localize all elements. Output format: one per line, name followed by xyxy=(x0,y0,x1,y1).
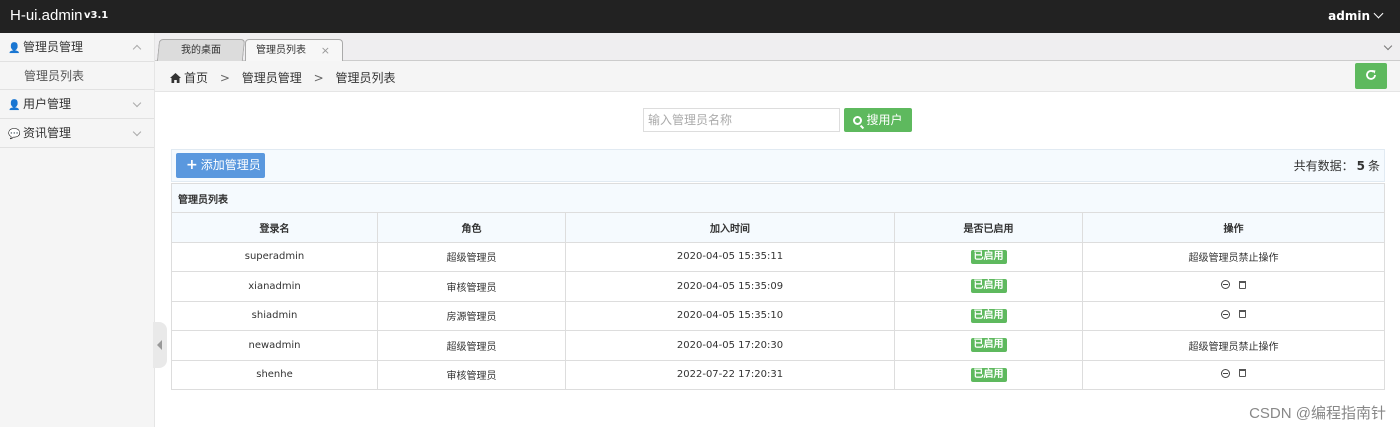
tab-desktop[interactable]: 我的桌面 xyxy=(156,39,246,61)
cell-status: 已启用 xyxy=(894,330,1083,361)
chat-icon: 💬 xyxy=(8,129,21,140)
column-header: 登录名 xyxy=(171,212,378,243)
cell-joined: 2022-07-22 17:20:31 xyxy=(565,359,895,390)
table-row: superadmin 超级管理员 2020-04-05 15:35:11 已启用 超级管… xyxy=(171,241,1385,272)
trash-icon[interactable] xyxy=(1239,310,1246,319)
op-cell xyxy=(1082,271,1385,302)
chevron-down-icon xyxy=(132,127,142,137)
status-badge: 已启用 xyxy=(970,338,1007,353)
status-badge: 已启用 xyxy=(970,367,1007,382)
cell-status: 已启用 xyxy=(894,359,1083,390)
user-name: admin xyxy=(1328,9,1370,23)
status-badge: 已启用 xyxy=(970,279,1007,294)
op-cell: 超级管理员禁止操作 xyxy=(1082,241,1385,272)
cell-joined: 2020-04-05 15:35:10 xyxy=(565,300,895,331)
op-cell: 超级管理员禁止操作 xyxy=(1082,330,1385,361)
search-input[interactable] xyxy=(643,108,840,132)
sidebar: 👤 管理员管理 管理员列表 👤 用户管理 💬 资讯管理 xyxy=(0,33,155,427)
table-caption: 管理员列表 xyxy=(171,183,1385,213)
brand-logo[interactable]: H-ui.admin xyxy=(10,7,83,24)
tab-bar: 我的桌面 管理员列表 × xyxy=(155,33,1400,62)
search-button[interactable]: 搜用户 xyxy=(844,108,912,132)
sidebar-collapse-handle[interactable] xyxy=(153,322,167,368)
tab-admin-list[interactable]: 管理员列表 × xyxy=(245,39,343,62)
disable-icon[interactable] xyxy=(1221,280,1230,290)
chevron-down-icon xyxy=(1373,8,1384,19)
disable-icon[interactable] xyxy=(1221,368,1230,378)
sidebar-group-admin[interactable]: 👤 管理员管理 xyxy=(0,33,154,62)
column-header: 是否已启用 xyxy=(894,212,1083,243)
plus-icon: + xyxy=(186,157,198,173)
watermark: CSDN @编程指南针 xyxy=(1249,405,1386,422)
cell-role: 审核管理员 xyxy=(377,271,566,302)
column-header: 操作 xyxy=(1082,212,1385,243)
cell-role: 超级管理员 xyxy=(377,330,566,361)
cell-status: 已启用 xyxy=(894,300,1083,331)
chevron-left-icon xyxy=(157,340,162,350)
column-header: 角色 xyxy=(377,212,566,243)
add-admin-button[interactable]: + 添加管理员 xyxy=(176,153,265,178)
cell-login: shiadmin xyxy=(171,300,378,331)
version-label: v3.1 xyxy=(84,10,109,21)
search-icon xyxy=(853,116,863,125)
sidebar-group-news[interactable]: 💬 资讯管理 xyxy=(0,119,154,148)
table-row: shiadmin 房源管理员 2020-04-05 15:35:10 已启用 xyxy=(171,300,1385,331)
user-icon: 👤 xyxy=(8,100,21,111)
table-toolbar: + 添加管理员 共有数据： 5 条 xyxy=(171,149,1385,182)
sidebar-group-users[interactable]: 👤 用户管理 xyxy=(0,90,154,119)
trash-icon[interactable] xyxy=(1239,369,1246,378)
table-row: xianadmin 审核管理员 2020-04-05 15:35:09 已启用 xyxy=(171,271,1385,302)
cell-login: xianadmin xyxy=(171,271,378,302)
status-badge: 已启用 xyxy=(970,308,1007,323)
admin-table: 管理员列表 登录名 角色 加入时间 是否已启用 操作 superadmin 超级管… xyxy=(171,183,1385,390)
op-cell xyxy=(1082,300,1385,331)
cell-status: 已启用 xyxy=(894,241,1083,272)
cell-role: 超级管理员 xyxy=(377,241,566,272)
user-menu[interactable]: admin xyxy=(1328,8,1384,23)
cell-status: 已启用 xyxy=(894,271,1083,302)
tabs-dropdown-icon[interactable] xyxy=(1383,41,1393,51)
home-icon xyxy=(170,73,181,83)
close-icon[interactable]: × xyxy=(321,40,330,61)
refresh-button[interactable] xyxy=(1355,63,1387,89)
sidebar-group-label: 用户管理 xyxy=(23,97,72,111)
total-count: 共有数据： 5 条 xyxy=(1293,159,1380,173)
refresh-icon xyxy=(1366,70,1376,80)
op-text: 超级管理员禁止操作 xyxy=(1188,253,1279,265)
chevron-down-icon xyxy=(132,98,142,108)
top-navbar: H-ui.admin v3.1 admin xyxy=(0,0,1400,33)
cell-login: shenhe xyxy=(171,359,378,390)
breadcrumb-level2: 管理员列表 xyxy=(335,71,396,85)
op-text: 超级管理员禁止操作 xyxy=(1188,341,1279,353)
cell-login: superadmin xyxy=(171,241,378,272)
table-row: shenhe 审核管理员 2022-07-22 17:20:31 已启用 xyxy=(171,359,1385,390)
table-row: newadmin 超级管理员 2020-04-05 17:20:30 已启用 超级管理员… xyxy=(171,330,1385,361)
breadcrumb: 首页 > 管理员管理 > 管理员列表 xyxy=(170,69,395,86)
cell-joined: 2020-04-05 15:35:11 xyxy=(565,241,895,272)
cell-joined: 2020-04-05 17:20:30 xyxy=(565,330,895,361)
sidebar-item-admin-list[interactable]: 管理员列表 xyxy=(0,62,154,90)
breadcrumb-level1: 管理员管理 xyxy=(241,71,302,85)
breadcrumb-bar: 首页 > 管理员管理 > 管理员列表 xyxy=(155,61,1400,92)
status-badge: 已启用 xyxy=(970,249,1007,264)
cell-role: 房源管理员 xyxy=(377,300,566,331)
op-cell xyxy=(1082,359,1385,390)
user-icon: 👤 xyxy=(8,43,21,54)
sidebar-group-label: 资讯管理 xyxy=(23,126,72,140)
breadcrumb-home[interactable]: 首页 xyxy=(184,71,208,85)
column-header: 加入时间 xyxy=(565,212,895,243)
cell-login: newadmin xyxy=(171,330,378,361)
trash-icon[interactable] xyxy=(1239,280,1246,289)
cell-joined: 2020-04-05 15:35:09 xyxy=(565,271,895,302)
sidebar-group-label: 管理员管理 xyxy=(23,40,84,54)
disable-icon[interactable] xyxy=(1221,309,1230,319)
cell-role: 审核管理员 xyxy=(377,359,566,390)
chevron-up-icon xyxy=(132,44,142,54)
